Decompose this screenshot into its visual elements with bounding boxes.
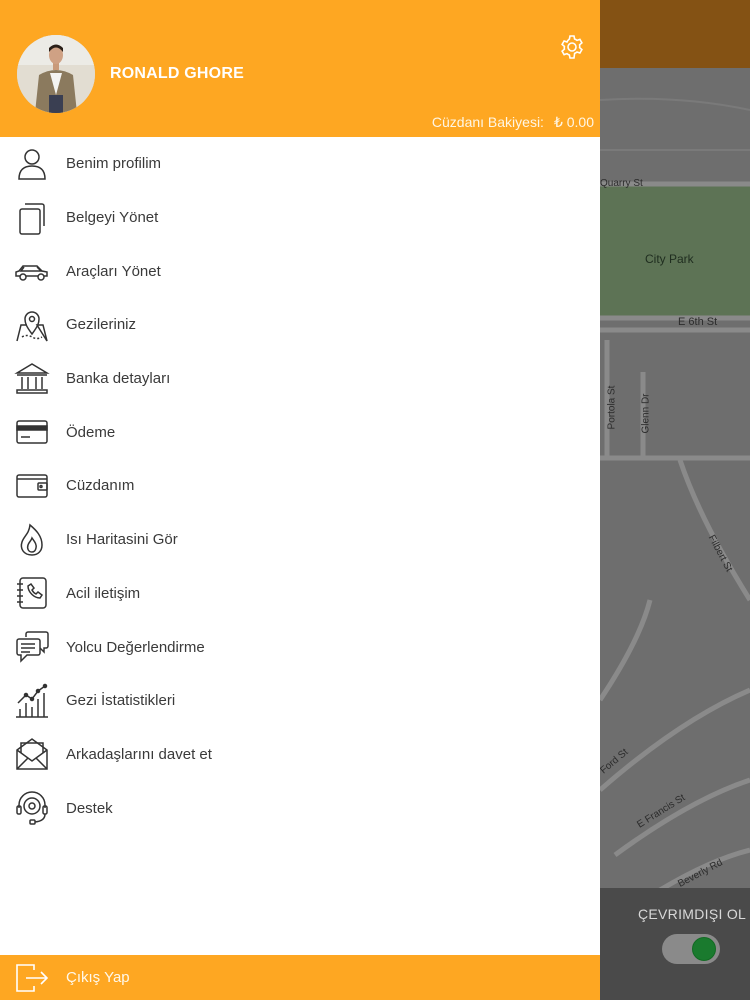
menu-item-support[interactable]: Destek <box>0 781 600 835</box>
user-icon <box>14 146 50 182</box>
flame-icon <box>14 522 50 558</box>
menu-item-label: Ödeme <box>66 423 116 441</box>
menu-item-label: Acil iletişim <box>66 584 141 602</box>
logout-label: Çıkış Yap <box>66 969 130 986</box>
menu-item-trips[interactable]: Gezileriniz <box>0 298 600 352</box>
menu-item-label: Isı Haritasini Gör <box>66 531 178 549</box>
stats-chart-icon <box>14 683 50 719</box>
online-toggle[interactable] <box>662 934 720 964</box>
car-icon <box>14 253 50 289</box>
street-label: Portola St <box>606 385 618 430</box>
menu-item-trip-statistics[interactable]: Gezi İstatistikleri <box>0 674 600 728</box>
menu-item-invite-friends[interactable]: Arkadaşlarını davet et <box>0 728 600 782</box>
avatar[interactable] <box>17 35 95 113</box>
menu-item-vehicles[interactable]: Araçları Yönet <box>0 244 600 298</box>
menu-item-bank-details[interactable]: Banka detayları <box>0 352 600 406</box>
wallet-balance-value: ₺ 0.00 <box>553 114 594 130</box>
menu-item-label: Cüzdanım <box>66 477 135 495</box>
envelope-icon <box>14 736 50 772</box>
gear-icon <box>561 35 583 59</box>
phone-book-icon <box>14 575 50 611</box>
park-label: City Park <box>645 252 694 266</box>
wallet-balance-label: Cüzdanı Bakiyesi: <box>431 114 544 130</box>
city-park-area <box>600 186 750 316</box>
settings-button[interactable] <box>559 34 585 60</box>
toggle-knob[interactable] <box>692 937 716 961</box>
logout-icon <box>14 962 50 994</box>
menu-item-heatmap[interactable]: Isı Haritasini Gör <box>0 513 600 567</box>
menu-item-label: Gezileriniz <box>66 316 137 334</box>
street-label: Quarry St <box>600 178 643 189</box>
documents-icon <box>14 200 50 236</box>
menu-item-label: Destek <box>66 799 113 817</box>
profile-photo <box>17 35 95 113</box>
menu-item-passenger-rating[interactable]: Yolcu Değerlendirme <box>0 620 600 674</box>
menu-item-label: Belgeyi Yönet <box>66 209 159 227</box>
menu-item-documents[interactable]: Belgeyi Yönet <box>0 191 600 245</box>
wallet-balance: Cüzdanı Bakiyesi: ₺ 0.00 <box>432 114 594 131</box>
menu-item-label: Gezi İstatistikleri <box>66 692 176 710</box>
menu-item-label: Yolcu Değerlendirme <box>66 638 205 656</box>
chat-icon <box>14 629 50 665</box>
drawer-header: RONALD GHORE Cüzdanı Bakiyesi: ₺ 0.00 <box>0 0 600 137</box>
bank-icon <box>14 361 50 397</box>
menu-item-label: Araçları Yönet <box>66 262 161 280</box>
menu-item-emergency-contact[interactable]: Acil iletişim <box>0 567 600 621</box>
wallet-icon <box>14 468 50 504</box>
map-pin-icon <box>14 307 50 343</box>
credit-card-icon <box>14 414 50 450</box>
headset-icon <box>14 790 50 826</box>
menu-item-label: Arkadaşlarını davet et <box>66 745 212 763</box>
navigation-drawer: RONALD GHORE Cüzdanı Bakiyesi: ₺ 0.00 Be… <box>0 0 600 1000</box>
street-label: E 6th St <box>678 316 718 328</box>
menu-item-profile[interactable]: Benim profilim <box>0 137 600 191</box>
menu-item-label: Benim profilim <box>66 155 162 173</box>
menu-item-wallet[interactable]: Cüzdanım <box>0 459 600 513</box>
offline-label: ÇEVRIMDIŞI OL <box>638 906 747 922</box>
menu-item-label: Banka detayları <box>66 370 171 388</box>
drawer-menu: Benim profilim Belgeyi Yönet Araçları Yö… <box>0 137 600 835</box>
logout-button[interactable]: Çıkış Yap <box>0 955 600 1000</box>
street-label: Glenn Dr <box>640 393 652 434</box>
menu-item-payment[interactable]: Ödeme <box>0 405 600 459</box>
username: RONALD GHORE <box>110 65 244 82</box>
